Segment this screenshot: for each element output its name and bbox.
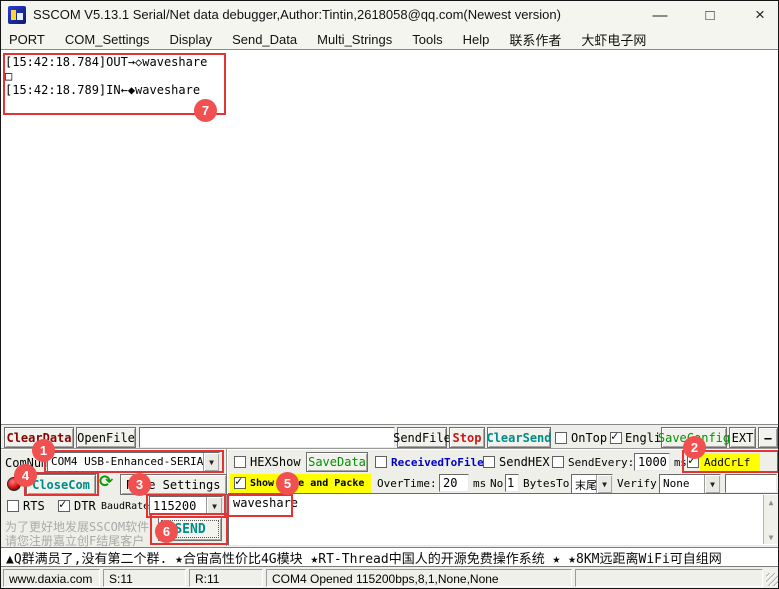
ontop-checkbox[interactable] — [555, 432, 567, 444]
dtr-label: DTR — [74, 499, 96, 513]
overtime-label: OverTime: — [377, 477, 437, 490]
send-hex-checkbox[interactable] — [483, 456, 495, 468]
annotation-circle-6: 6 — [155, 520, 178, 543]
status-port-state: COM4 Opened 115200bps,8,1,None,None — [266, 569, 572, 587]
stop-button[interactable]: Stop — [449, 427, 485, 448]
bytes-count-input[interactable] — [505, 474, 519, 492]
menu-help[interactable]: Help — [453, 32, 500, 47]
annotation-circle-4: 4 — [14, 464, 37, 487]
minimize-button[interactable]: — — [641, 1, 679, 29]
info-bar[interactable]: ▲Q群满员了,没有第二个群. ★合宙高性价比4G模块 ★RT-Thread中国人… — [1, 547, 779, 567]
check-icon: ✓ — [235, 474, 242, 488]
rx-line-in: [15:42:18.789]IN←◆waveshare — [5, 83, 776, 97]
status-sent-count: S:11 — [103, 569, 186, 587]
send-every-label: SendEvery: — [568, 456, 634, 469]
verify-extra-input[interactable] — [725, 474, 777, 493]
hexshow-label: HEXShow — [250, 455, 301, 469]
divider-horizontal — [1, 448, 779, 450]
send-every-interval-input[interactable] — [634, 453, 670, 471]
rts-checkbox[interactable] — [7, 500, 19, 512]
open-file-button[interactable]: OpenFile — [76, 427, 136, 448]
ontop-label: OnTop — [571, 431, 607, 445]
menu-contact-author[interactable]: 联系作者 — [499, 30, 571, 49]
status-website: www.daxia.com — [3, 569, 100, 587]
overtime-input[interactable] — [439, 474, 469, 492]
hexshow-checkbox[interactable] — [234, 456, 246, 468]
annotation-circle-5: 5 — [276, 472, 299, 495]
window-title: SSCOM V5.13.1 Serial/Net data debugger,A… — [33, 7, 561, 22]
received-to-file-checkbox[interactable] — [375, 456, 387, 468]
resize-grip[interactable] — [766, 573, 779, 586]
send-scrollbar[interactable]: ▲ ▼ — [763, 495, 778, 544]
menu-tools[interactable]: Tools — [402, 32, 452, 47]
sscom-window: SSCOM V5.13.1 Serial/Net data debugger,A… — [0, 0, 779, 589]
english-checkbox[interactable]: ✓ — [610, 432, 622, 444]
receive-data-area[interactable]: [15:42:18.784]OUT→◇waveshare □ [15:42:18… — [1, 49, 779, 425]
scroll-up-icon[interactable]: ▲ — [764, 495, 778, 509]
save-data-button[interactable]: SaveData — [306, 452, 368, 472]
dropdown-arrow-icon[interactable]: ▼ — [704, 475, 720, 493]
menu-daxia-website[interactable]: 大虾电子网 — [571, 30, 656, 49]
bytes-to-select[interactable]: 末尾 ▼ — [571, 474, 613, 494]
status-empty-cell — [575, 569, 763, 587]
send-text-area[interactable]: waveshare ▲ ▼ — [228, 493, 779, 546]
baudrate-label: BaudRate — [101, 501, 149, 512]
show-time-checkbox[interactable]: ✓ — [234, 477, 246, 489]
rx-line-char: □ — [5, 69, 776, 83]
annotation-circle-7: 7 — [194, 99, 217, 122]
dtr-checkbox[interactable]: ✓ — [58, 500, 70, 512]
bytes-to-label: BytesTo — [523, 477, 569, 490]
check-icon: ✓ — [59, 497, 66, 511]
info-bar-text: ▲Q群满员了,没有第二个群. ★合宙高性价比4G模块 ★RT-Thread中国人… — [1, 548, 722, 567]
ext-button[interactable]: EXT — [729, 427, 756, 448]
scroll-down-icon[interactable]: ▼ — [764, 530, 778, 544]
app-icon — [8, 6, 26, 24]
send-every-checkbox[interactable] — [552, 456, 564, 468]
verify-select[interactable]: None ▼ — [659, 474, 721, 494]
received-to-file-label: ReceivedToFile — [391, 456, 484, 469]
menu-com-settings[interactable]: COM_Settings — [55, 32, 160, 47]
menu-bar: PORT COM_Settings Display Send_Data Mult… — [1, 29, 779, 49]
annotation-circle-3: 3 — [128, 473, 151, 496]
show-time-label: Show Time and Packe — [250, 478, 364, 489]
add-crlf-label: AddCrLf — [704, 456, 750, 469]
send-text-value: waveshare — [233, 496, 298, 510]
no-label: No — [490, 477, 503, 490]
check-icon: ✓ — [611, 429, 618, 443]
annotation-circle-2: 2 — [683, 436, 706, 459]
com-port-select[interactable]: COM4 USB-Enhanced-SERIAL C ▼ — [47, 452, 220, 472]
maximize-button[interactable]: □ — [691, 1, 729, 29]
status-received-count: R:11 — [189, 569, 263, 587]
send-file-button[interactable]: SendFile — [397, 427, 447, 448]
baudrate-select[interactable]: 115200 ▼ — [149, 496, 223, 516]
file-path-input[interactable] — [139, 427, 395, 448]
verify-label: Verify — [617, 477, 657, 490]
refresh-ports-icon[interactable]: ⟳ — [99, 472, 113, 492]
menu-multi-strings[interactable]: Multi_Strings — [307, 32, 402, 47]
rx-line-out: [15:42:18.784]OUT→◇waveshare — [5, 55, 776, 69]
close-button[interactable]: × — [741, 1, 779, 29]
menu-port[interactable]: PORT — [1, 32, 55, 47]
menu-display[interactable]: Display — [159, 32, 222, 47]
status-bar: www.daxia.com S:11 R:11 COM4 Opened 1152… — [1, 568, 779, 589]
dropdown-arrow-icon[interactable]: ▼ — [596, 475, 612, 493]
send-hex-label: SendHEX — [499, 455, 550, 469]
clear-send-button[interactable]: ClearSend — [487, 427, 551, 448]
ms-label: ms — [473, 477, 486, 490]
collapse-button[interactable]: — — [758, 427, 778, 448]
menu-send-data[interactable]: Send_Data — [222, 32, 307, 47]
dropdown-arrow-icon[interactable]: ▼ — [203, 453, 219, 471]
dropdown-arrow-icon[interactable]: ▼ — [206, 497, 222, 515]
title-bar: SSCOM V5.13.1 Serial/Net data debugger,A… — [1, 1, 779, 29]
rts-label: RTS — [23, 499, 45, 513]
annotation-circle-1: 1 — [32, 439, 55, 462]
